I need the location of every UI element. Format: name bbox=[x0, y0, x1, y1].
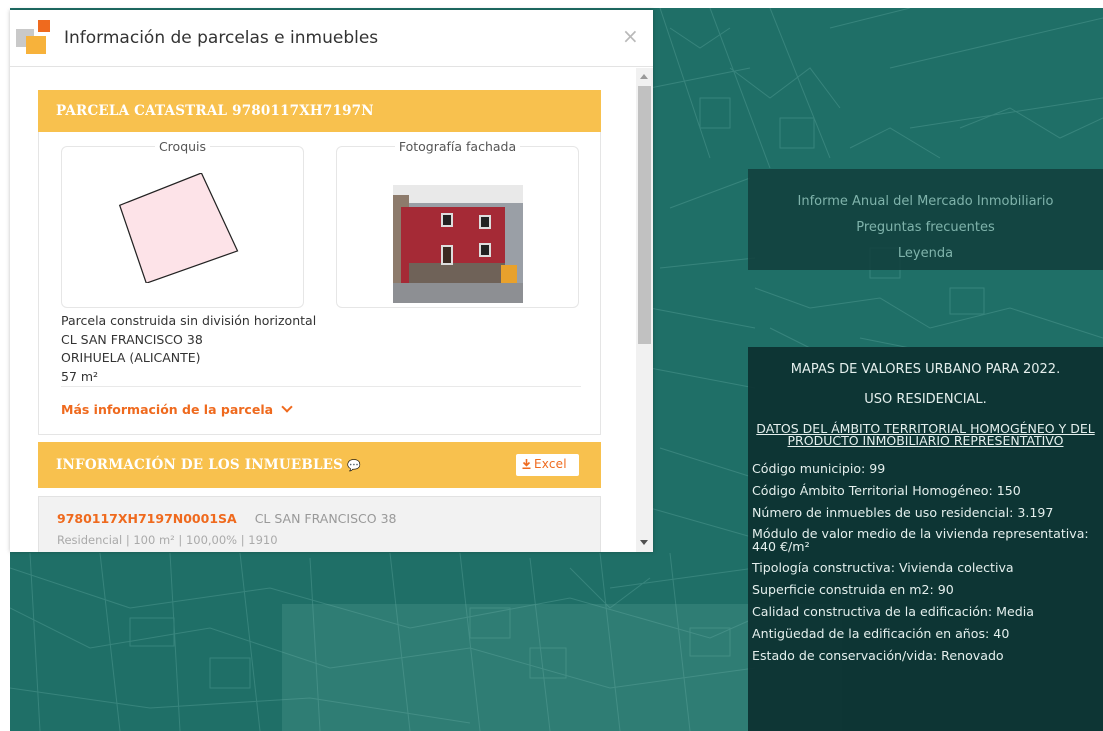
close-icon[interactable]: × bbox=[622, 24, 639, 48]
facade-photo[interactable] bbox=[393, 185, 523, 303]
catastro-logo-icon bbox=[16, 18, 52, 54]
value-row: Módulo de valor medio de la vivienda rep… bbox=[752, 526, 1089, 554]
croquis-label: Croquis bbox=[154, 139, 211, 154]
excel-download-button[interactable]: Excel bbox=[516, 454, 579, 476]
links-panel: Informe Anual del Mercado Inmobiliario P… bbox=[748, 169, 1103, 270]
link-informe-anual[interactable]: Informe Anual del Mercado Inmobiliario bbox=[798, 194, 1054, 209]
parcel-municipality: ORIHUELA (ALICANTE) bbox=[61, 350, 201, 365]
dialog-body: PARCELA CATASTRAL 9780117XH7197N Croquis… bbox=[10, 68, 636, 552]
value-row: Tipología constructiva: Vivienda colecti… bbox=[752, 560, 1014, 575]
parcel-info: Parcela construida sin división horizont… bbox=[61, 312, 316, 386]
link-leyenda[interactable]: Leyenda bbox=[898, 246, 953, 261]
parcel-card: PARCELA CATASTRAL 9780117XH7197N Croquis… bbox=[38, 90, 601, 435]
parcel-address: CL SAN FRANCISCO 38 bbox=[61, 331, 203, 347]
dialog-scrollbar[interactable] bbox=[636, 68, 653, 552]
dialog-title: Información de parcelas e inmuebles bbox=[64, 28, 379, 48]
values-list: Código municipio: 99 Código Ámbito Terri… bbox=[748, 461, 1103, 663]
link-preguntas-frecuentes[interactable]: Preguntas frecuentes bbox=[856, 220, 995, 235]
inmueble-meta: Residencial | 100 m² | 100,00% | 1910 bbox=[57, 533, 278, 547]
value-row: Estado de conservación/vida: Renovado bbox=[752, 648, 1004, 663]
values-panel-title: MAPAS DE VALORES URBANO PARA 2022. USO R… bbox=[790, 362, 1061, 407]
inmueble-row[interactable]: 9780117XH7197N0001SA CL SAN FRANCISCO 38 … bbox=[38, 496, 601, 552]
photo-box: Fotografía fachada bbox=[336, 139, 579, 308]
download-icon bbox=[522, 459, 531, 469]
parcel-sketch[interactable] bbox=[114, 173, 244, 283]
value-row: Calidad constructiva de la edificación: … bbox=[752, 604, 1034, 619]
value-row: Antigüedad de la edificación en años: 40 bbox=[752, 626, 1010, 641]
parcel-info-dialog: Información de parcelas e inmuebles × PA… bbox=[10, 10, 653, 552]
value-row: Superficie construida en m2: 90 bbox=[752, 582, 954, 597]
parcel-header: PARCELA CATASTRAL 9780117XH7197N bbox=[38, 90, 601, 132]
scroll-thumb[interactable] bbox=[638, 86, 651, 344]
values-panel-subtitle: DATOS DEL ÁMBITO TERRITORIAL HOMOGÉNEO Y… bbox=[756, 421, 1095, 448]
value-row: Código municipio: 99 bbox=[752, 461, 886, 476]
more-info-link[interactable]: Más información de la parcela bbox=[61, 401, 293, 417]
inmuebles-card: INFORMACIÓN DE LOS INMUEBLES 💬 Excel 9780… bbox=[38, 442, 601, 552]
comment-icon: 💬 bbox=[347, 459, 362, 472]
scroll-down-icon[interactable] bbox=[640, 540, 648, 545]
photo-label: Fotografía fachada bbox=[394, 139, 521, 154]
inmueble-address: CL SAN FRANCISCO 38 bbox=[254, 511, 397, 526]
values-panel: MAPAS DE VALORES URBANO PARA 2022. USO R… bbox=[748, 347, 1103, 731]
scroll-up-icon[interactable] bbox=[640, 74, 648, 79]
croquis-box: Croquis bbox=[61, 139, 304, 308]
value-row: Número de inmuebles de uso residencial: … bbox=[752, 505, 1054, 520]
parcel-type: Parcela construida sin división horizont… bbox=[61, 313, 317, 328]
parcel-area: 57 m² bbox=[61, 368, 99, 384]
divider bbox=[61, 386, 581, 387]
inmuebles-header: INFORMACIÓN DE LOS INMUEBLES 💬 Excel bbox=[38, 442, 601, 488]
dialog-header: Información de parcelas e inmuebles × bbox=[10, 10, 653, 67]
chevron-down-icon bbox=[281, 401, 293, 413]
inmueble-ref-link[interactable]: 9780117XH7197N0001SA bbox=[57, 511, 237, 526]
value-row: Código Ámbito Territorial Homogéneo: 150 bbox=[752, 483, 1021, 498]
